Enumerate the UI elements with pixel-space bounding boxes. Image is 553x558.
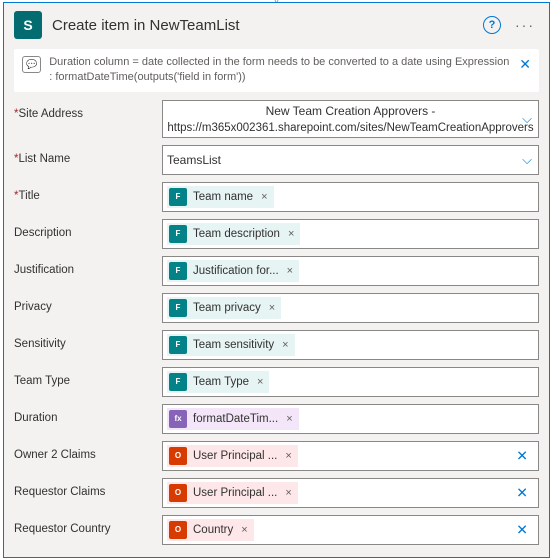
label-reqclaims: Requestor Claims (14, 478, 162, 498)
remove-token-icon[interactable]: × (285, 450, 291, 462)
form-body: *Site Address New Team Creation Approver… (4, 100, 549, 557)
remove-token-icon[interactable]: × (287, 265, 293, 277)
list-name-value: TeamsList (167, 153, 221, 167)
comment-icon: 💬 (22, 56, 41, 73)
token-team-description[interactable]: F Team description × (167, 223, 300, 245)
sensitivity-field[interactable]: F Team sensitivity × (162, 330, 539, 360)
teamtype-field[interactable]: F Team Type × (162, 367, 539, 397)
forms-icon: F (169, 373, 187, 391)
token-justification[interactable]: F Justification for... × (167, 260, 299, 282)
chevron-down-icon[interactable]: ⌵ (522, 152, 532, 168)
token-team-type[interactable]: F Team Type × (167, 371, 269, 393)
token-user-principal[interactable]: O User Principal ... × (167, 482, 298, 504)
more-icon[interactable]: ··· (511, 17, 539, 33)
clear-field-icon[interactable]: ✕ (516, 521, 528, 538)
list-name-field[interactable]: TeamsList ⌵ (162, 145, 539, 175)
comment-bar: 💬 Duration column = date collected in th… (14, 49, 539, 92)
site-name: New Team Creation Approvers - (266, 104, 436, 118)
card-title: Create item in NewTeamList (52, 17, 473, 34)
forms-icon: F (169, 299, 187, 317)
remove-token-icon[interactable]: × (282, 339, 288, 351)
justification-field[interactable]: F Justification for... × (162, 256, 539, 286)
card-header: S Create item in NewTeamList ? ··· (4, 3, 549, 47)
title-field[interactable]: F Team name × (162, 182, 539, 212)
forms-icon: F (169, 188, 187, 206)
forms-icon: F (169, 262, 187, 280)
remove-token-icon[interactable]: × (286, 413, 292, 425)
label-privacy: Privacy (14, 293, 162, 313)
office-icon: O (169, 484, 187, 502)
description-field[interactable]: F Team description × (162, 219, 539, 249)
reqcountry-field[interactable]: O Country × ✕ (162, 515, 539, 545)
site-url: https://m365x002361.sharepoint.com/sites… (167, 122, 533, 134)
remove-token-icon[interactable]: × (269, 302, 275, 314)
office-icon: O (169, 447, 187, 465)
label-justification: Justification (14, 256, 162, 276)
label-site: *Site Address (14, 100, 162, 120)
token-team-sensitivity[interactable]: F Team sensitivity × (167, 334, 295, 356)
duration-field[interactable]: fx formatDateTim... × (162, 404, 539, 434)
forms-icon: F (169, 336, 187, 354)
label-description: Description (14, 219, 162, 239)
sharepoint-icon: S (14, 11, 42, 39)
label-owner2: Owner 2 Claims (14, 441, 162, 461)
label-duration: Duration (14, 404, 162, 424)
label-list: *List Name (14, 145, 162, 165)
token-country[interactable]: O Country × (167, 519, 254, 541)
action-card: S Create item in NewTeamList ? ··· 💬 Dur… (3, 2, 550, 558)
help-icon[interactable]: ? (483, 16, 501, 34)
reqclaims-field[interactable]: O User Principal ... × ✕ (162, 478, 539, 508)
forms-icon: F (169, 225, 187, 243)
close-icon[interactable]: ✕ (519, 55, 531, 75)
label-sensitivity: Sensitivity (14, 330, 162, 350)
site-address-field[interactable]: New Team Creation Approvers - https://m3… (162, 100, 539, 138)
chevron-down-icon[interactable]: ⌵ (522, 111, 532, 127)
remove-token-icon[interactable]: × (241, 524, 247, 536)
comment-text: Duration column = date collected in the … (49, 55, 511, 86)
clear-field-icon[interactable]: ✕ (516, 447, 528, 464)
token-user-principal[interactable]: O User Principal ... × (167, 445, 298, 467)
token-formatdatetime[interactable]: fx formatDateTim... × (167, 408, 299, 430)
clear-field-icon[interactable]: ✕ (516, 484, 528, 501)
label-title: *Title (14, 182, 162, 202)
token-team-name[interactable]: F Team name × (167, 186, 274, 208)
fx-icon: fx (169, 410, 187, 428)
privacy-field[interactable]: F Team privacy × (162, 293, 539, 323)
owner2-field[interactable]: O User Principal ... × ✕ (162, 441, 539, 471)
remove-token-icon[interactable]: × (257, 376, 263, 388)
remove-token-icon[interactable]: × (261, 191, 267, 203)
token-team-privacy[interactable]: F Team privacy × (167, 297, 281, 319)
remove-token-icon[interactable]: × (285, 487, 291, 499)
label-teamtype: Team Type (14, 367, 162, 387)
office-icon: O (169, 521, 187, 539)
remove-token-icon[interactable]: × (288, 228, 294, 240)
